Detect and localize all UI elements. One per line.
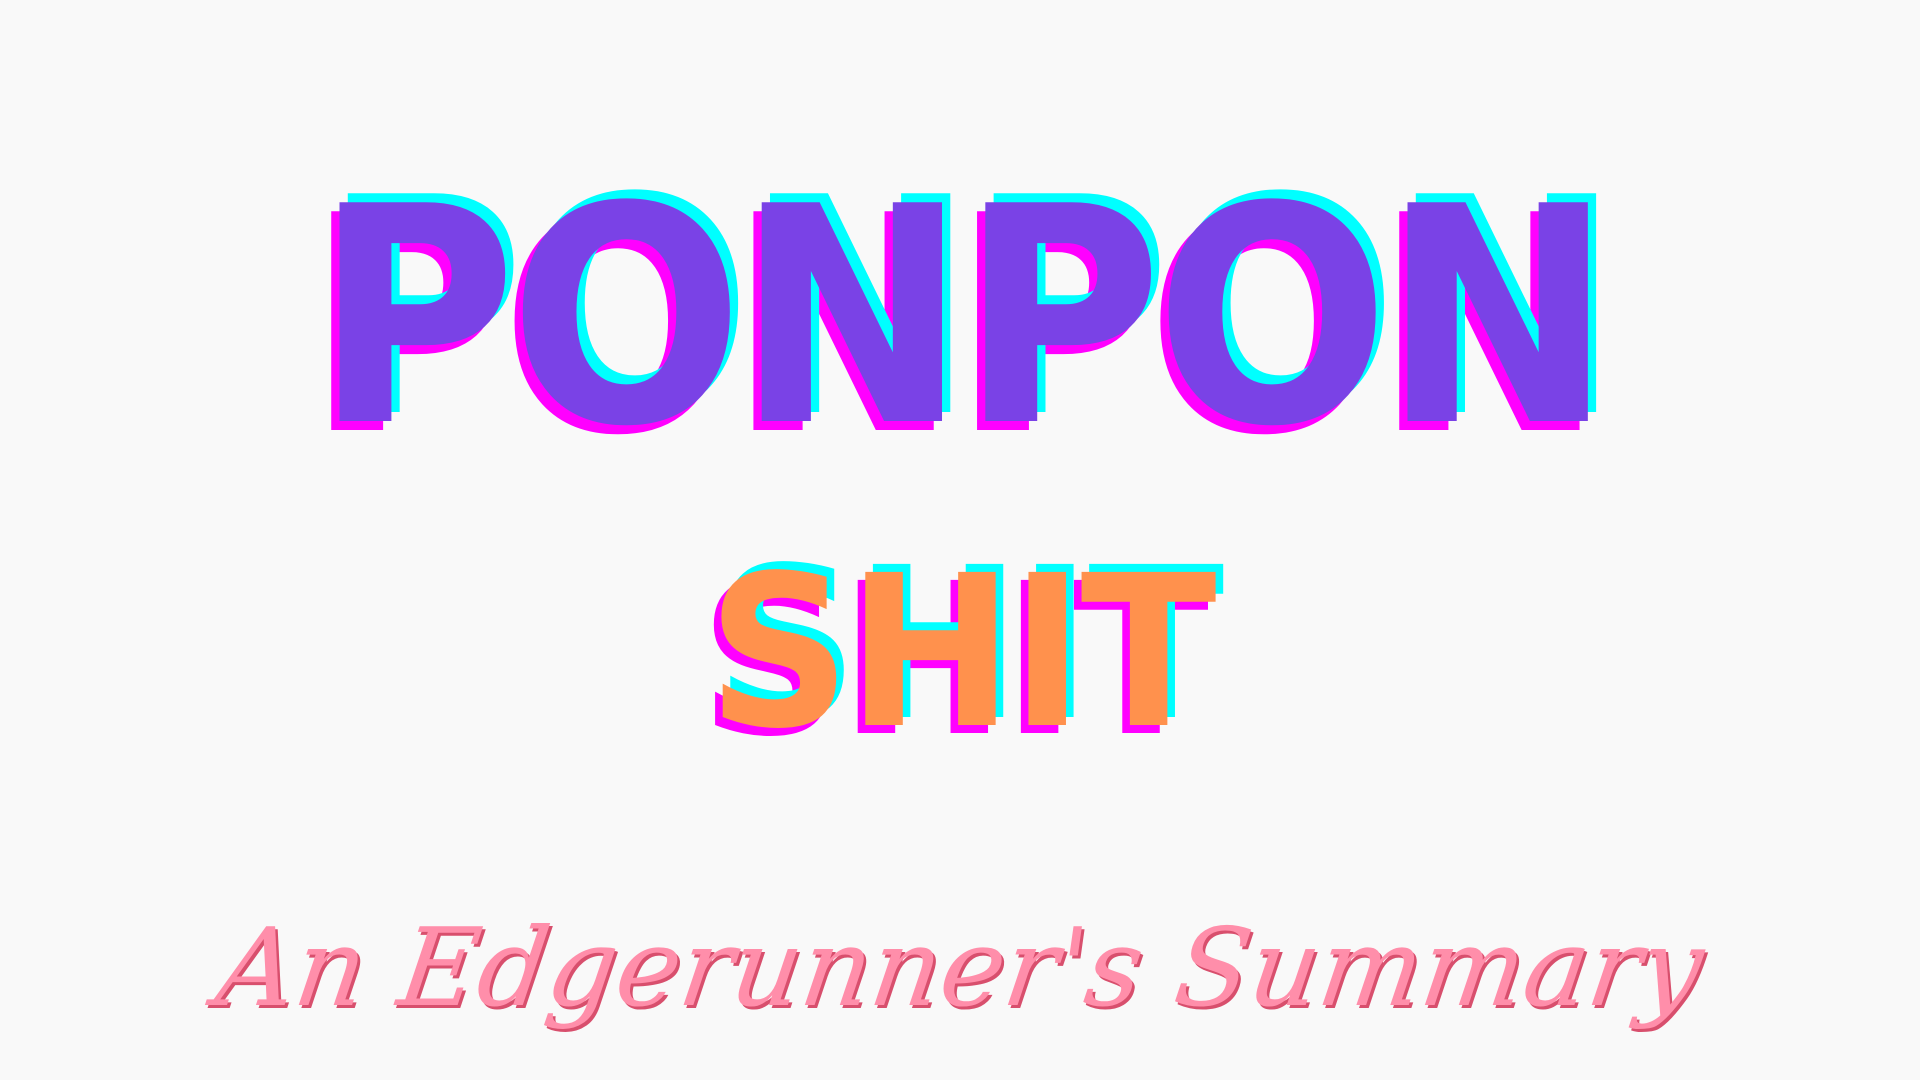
title-line-2: SHIT [707, 530, 1217, 775]
subtitle: An Edgerunner's Summary [209, 906, 1711, 1031]
title-line-1: PONPON [314, 143, 1613, 492]
